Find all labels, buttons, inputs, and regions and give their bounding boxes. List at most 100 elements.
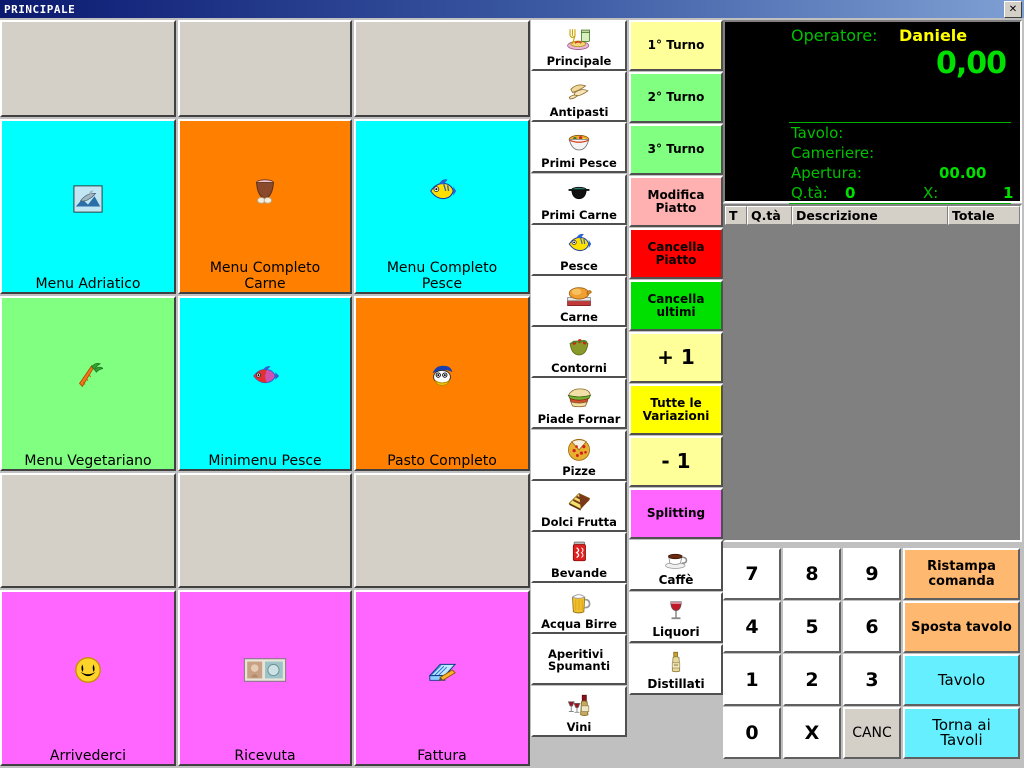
function-button-cancella-piatto[interactable]: Cancella Piatto	[629, 228, 723, 279]
function-button-label: Caffè	[658, 573, 694, 587]
function-button-distillati[interactable]: Distillati	[629, 644, 723, 695]
function-button-caff[interactable]: Caffè	[629, 540, 723, 591]
category-button-label: Carne	[560, 310, 598, 324]
pizza-icon	[533, 432, 625, 465]
keypad-key-canc[interactable]: CANC	[843, 707, 901, 759]
function-button-label: + 1	[657, 345, 695, 369]
menu-button-label: Menu Completo Pesce	[386, 260, 498, 292]
function-button-label: Modifica Piatto	[647, 187, 705, 215]
order-column-header[interactable]: Descrizione	[792, 206, 948, 225]
noodle-bowl-icon	[533, 124, 625, 157]
menu-button-pasto-completo[interactable]: Pasto Completo	[354, 296, 530, 471]
coffee-cup-icon	[664, 542, 688, 574]
empty-icon-slot	[180, 22, 350, 115]
menu-button-menu-completo-carne[interactable]: Menu Completo Carne	[178, 119, 352, 294]
category-button-bevande[interactable]: Bevande	[531, 532, 627, 583]
function-button-2-turno[interactable]: 2° Turno	[629, 72, 723, 123]
keypad-key-8[interactable]: 8	[783, 548, 841, 600]
function-button-label: Tutte le Variazioni	[642, 395, 710, 423]
menu-button-label: Arrivederci	[49, 748, 127, 764]
category-button-vini[interactable]: Vini	[531, 686, 627, 737]
action-button-torna-ai-tavoli[interactable]: Torna ai Tavoli	[903, 707, 1020, 759]
operator-label: Operatore:	[791, 26, 878, 45]
empty-icon-slot	[2, 22, 174, 115]
function-button-label: 2° Turno	[647, 90, 705, 104]
liquor-bottle-icon	[664, 646, 688, 678]
function-button-liquori[interactable]: Liquori	[629, 592, 723, 643]
keypad-key-9[interactable]: 9	[843, 548, 901, 600]
multiplier-value: 1	[1003, 184, 1014, 202]
category-button-label: Primi Carne	[541, 208, 617, 222]
function-button-label: Distillati	[647, 677, 705, 691]
function-button-1-turno[interactable]: 1° Turno	[629, 20, 723, 71]
category-button-primi-carne[interactable]: Primi Carne	[531, 174, 627, 225]
menu-button-minimenu-pesce[interactable]: Minimenu Pesce	[178, 296, 352, 471]
category-button-piade-fornar[interactable]: Piade Fornar	[531, 378, 627, 429]
keypad-key-1[interactable]: 1	[723, 654, 781, 706]
keypad-key-2[interactable]: 2	[783, 654, 841, 706]
keypad-key-3[interactable]: 3	[843, 654, 901, 706]
keypad-key-x[interactable]: X	[783, 707, 841, 759]
category-button-primi-pesce[interactable]: Primi Pesce	[531, 122, 627, 173]
action-button-tavolo[interactable]: Tavolo	[903, 654, 1020, 706]
meat-bowl-icon	[180, 121, 350, 260]
menu-button-menu-completo-pesce[interactable]: Menu Completo Pesce	[354, 119, 530, 294]
window-titlebar: PRINCIPALE ✕	[0, 0, 1024, 18]
function-button-tutte-le-variazioni[interactable]: Tutte le Variazioni	[629, 384, 723, 435]
category-button-aperitivi-spumanti[interactable]: Aperitivi Spumanti	[531, 634, 627, 685]
action-button-ristampa-comanda[interactable]: Ristampa comanda	[903, 548, 1020, 600]
order-column-header[interactable]: T	[725, 206, 747, 225]
function-button-label: - 1	[661, 449, 691, 473]
category-button-dolci-frutta[interactable]: Dolci Frutta	[531, 481, 627, 532]
empty-icon-slot	[356, 475, 528, 586]
yellow-fish-icon	[356, 121, 528, 260]
close-icon[interactable]: ✕	[1004, 1, 1022, 18]
salad-bowl-icon	[533, 329, 625, 362]
category-button-label: Piade Fornar	[537, 412, 621, 426]
menu-button-ricevuta[interactable]: Ricevuta	[178, 590, 352, 766]
roast-chicken-icon	[533, 278, 625, 311]
keypad-key-0[interactable]: 0	[723, 707, 781, 759]
order-column-header[interactable]: Totale	[948, 206, 1020, 225]
menu-button-menu-adriatico[interactable]: Menu Adriatico	[0, 119, 176, 294]
keypad-key-7[interactable]: 7	[723, 548, 781, 600]
operator-name: Daniele	[899, 26, 968, 45]
category-button-pesce[interactable]: Pesce	[531, 225, 627, 276]
function-button-label: Cancella ultimi	[647, 291, 705, 319]
opening-value: 00.00	[939, 164, 987, 182]
function-button-cancella-ultimi[interactable]: Cancella ultimi	[629, 280, 723, 331]
carrot-icon	[2, 298, 174, 453]
function-button-splitting[interactable]: Splitting	[629, 488, 723, 539]
category-button-label: Acqua Birre	[541, 617, 617, 631]
opening-label: Apertura:	[791, 164, 862, 182]
category-button-label: Pizze	[562, 464, 596, 478]
menu-button-fattura[interactable]: Fattura	[354, 590, 530, 766]
wine-glass-icon	[664, 594, 688, 626]
function-button-1[interactable]: - 1	[629, 436, 723, 487]
keypad-key-4[interactable]: 4	[723, 601, 781, 653]
order-column-header[interactable]: Q.tà	[747, 206, 792, 225]
keypad-key-6[interactable]: 6	[843, 601, 901, 653]
category-button-pizze[interactable]: Pizze	[531, 430, 627, 481]
function-button-modifica-piatto[interactable]: Modifica Piatto	[629, 176, 723, 227]
function-button-1[interactable]: + 1	[629, 332, 723, 383]
display-rule-top	[789, 122, 1011, 123]
menu-button-empty	[354, 473, 530, 588]
table-label: Tavolo:	[791, 124, 844, 142]
menu-button-menu-vegetariano[interactable]: Menu Vegetariano	[0, 296, 176, 471]
order-table-body[interactable]	[725, 225, 1020, 540]
menu-button-arrivederci[interactable]: Arrivederci	[0, 590, 176, 766]
empty-icon-slot	[356, 22, 528, 115]
empty-icon-slot	[180, 475, 350, 586]
keypad-key-5[interactable]: 5	[783, 601, 841, 653]
action-button-sposta-tavolo[interactable]: Sposta tavolo	[903, 601, 1020, 653]
pot-icon	[533, 176, 625, 209]
function-button-label: Splitting	[646, 506, 706, 520]
function-button-3-turno[interactable]: 3° Turno	[629, 124, 723, 175]
category-button-principale[interactable]: Principale	[531, 20, 627, 71]
category-button-carne[interactable]: Carne	[531, 276, 627, 327]
category-button-acqua-birre[interactable]: Acqua Birre	[531, 583, 627, 634]
menu-button-empty	[0, 473, 176, 588]
category-button-contorni[interactable]: Contorni	[531, 327, 627, 378]
category-button-antipasti[interactable]: Antipasti	[531, 71, 627, 122]
